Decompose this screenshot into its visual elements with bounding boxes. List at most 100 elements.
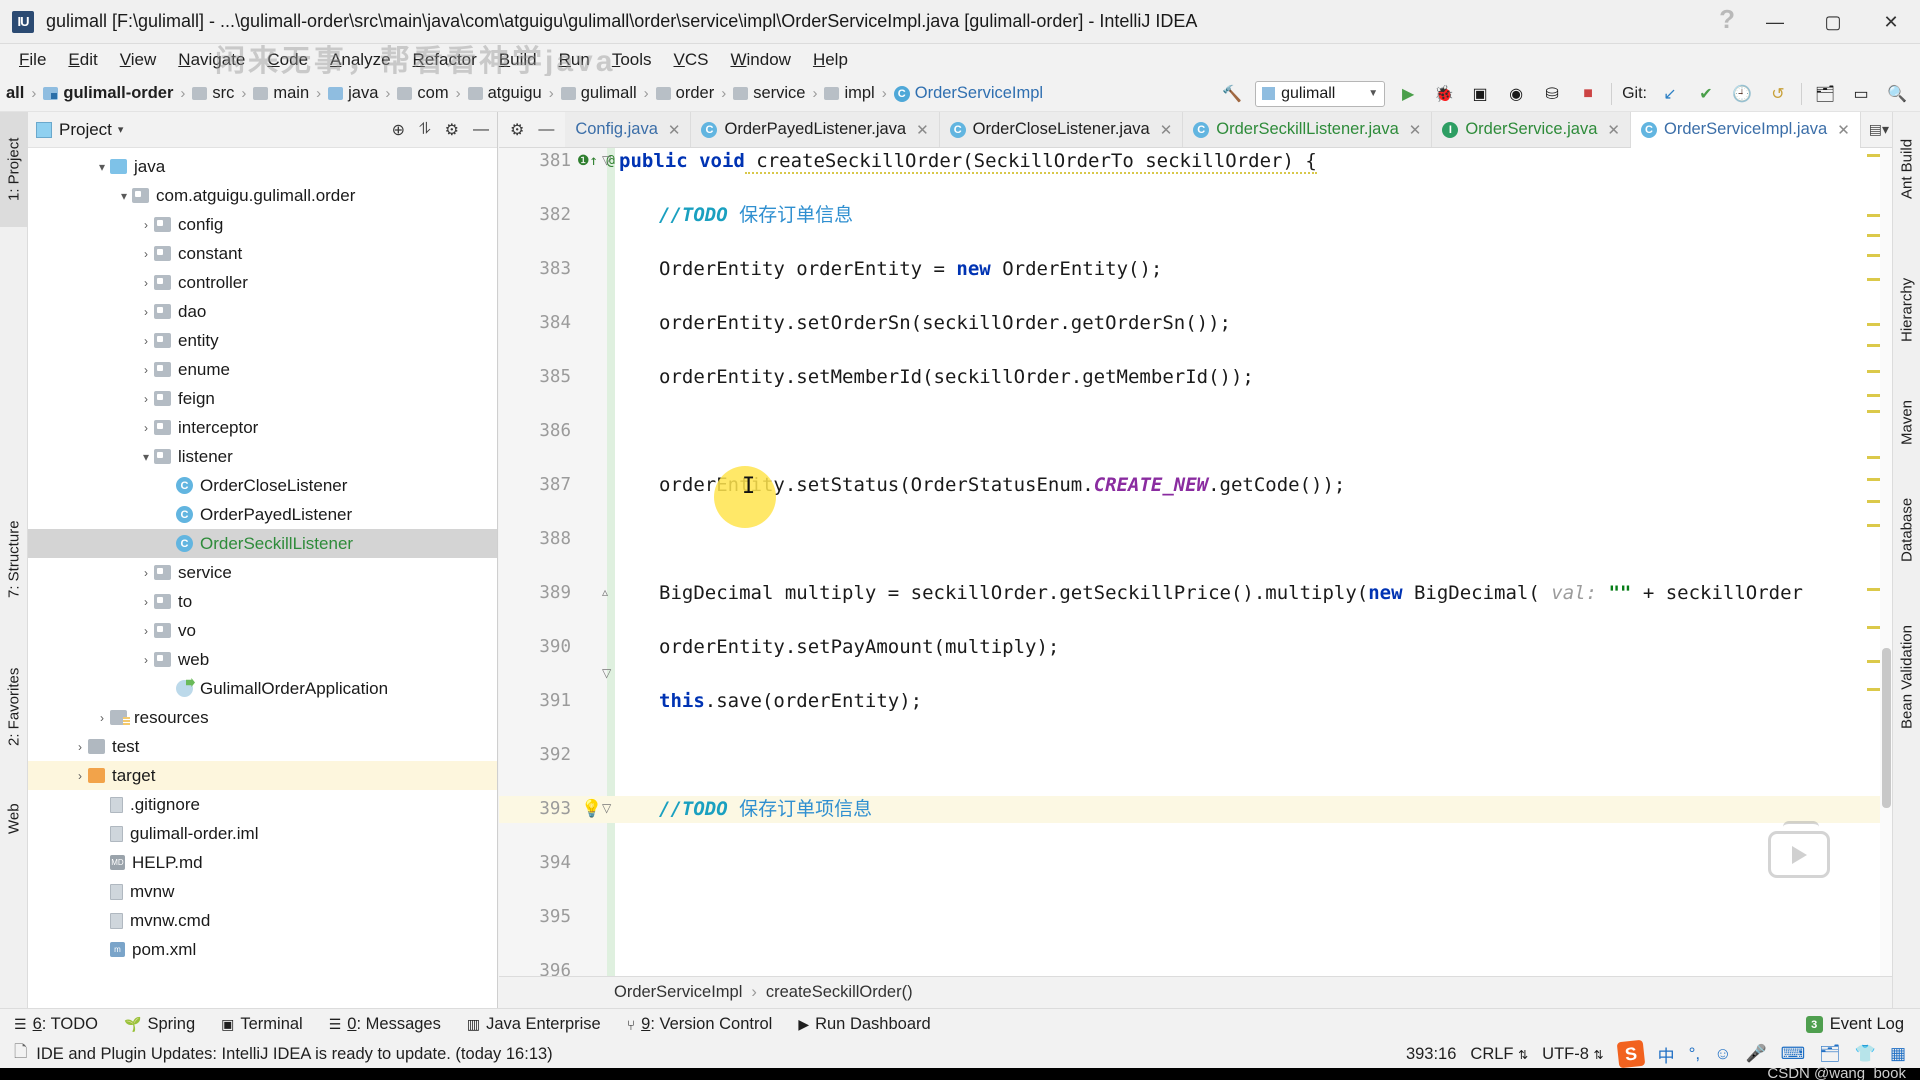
run-with-coverage-icon[interactable]: ▣ <box>1467 81 1493 107</box>
nav-crumb-service[interactable]: service <box>733 84 805 103</box>
attach-debugger-icon[interactable]: ⛁ <box>1539 81 1565 107</box>
caret-position[interactable]: 393:16 <box>1406 1045 1456 1064</box>
nav-crumb-orderserviceimpl[interactable]: C OrderServiceImpl <box>893 84 1043 103</box>
fold-marker-381[interactable]: ▽ <box>602 153 611 167</box>
search-everywhere-icon[interactable]: 🔍 <box>1884 81 1910 107</box>
line-separator[interactable]: CRLF ⇅ <box>1470 1045 1528 1064</box>
open-file-icon[interactable]: 🗂 <box>1812 81 1838 107</box>
gear-icon[interactable]: ⚙ <box>445 120 459 140</box>
editor-tab-ordercloselistener[interactable]: C OrderCloseListener.java ✕ <box>939 112 1184 147</box>
nav-crumb-java[interactable]: java <box>328 84 378 103</box>
tree-item-controller[interactable]: › controller <box>28 268 497 297</box>
ime-toolbox-icon[interactable]: 🗂 <box>1819 1044 1841 1064</box>
run-configuration-selector[interactable]: gulimall ▼ <box>1255 80 1386 107</box>
keyboard-icon[interactable]: ⌨ <box>1781 1044 1806 1064</box>
nav-crumb-impl[interactable]: impl <box>824 84 875 103</box>
nav-crumb-order[interactable]: order <box>655 84 714 103</box>
chevron-down-icon[interactable]: ▾ <box>94 160 110 174</box>
chevron-right-icon[interactable]: › <box>138 392 154 406</box>
tree-item-to[interactable]: › to <box>28 587 497 616</box>
editor-tab-orderserviceimpl[interactable]: C OrderServiceImpl.java ✕ <box>1630 112 1861 148</box>
menu-item-view[interactable]: View <box>109 47 168 73</box>
nav-crumb-all[interactable]: all <box>6 84 24 103</box>
nav-crumb-gulimall-order[interactable]: gulimall-order <box>43 84 173 103</box>
tree-item-entity[interactable]: › entity <box>28 326 497 355</box>
close-icon[interactable]: ✕ <box>1837 121 1850 139</box>
gear-icon[interactable]: ⚙ <box>510 120 524 140</box>
tree-item--gitignore[interactable]: · .gitignore <box>28 790 497 819</box>
chevron-right-icon[interactable]: › <box>138 334 154 348</box>
chevron-right-icon[interactable]: › <box>72 740 88 754</box>
scrollbar-thumb[interactable] <box>1882 648 1891 808</box>
chevron-right-icon[interactable]: › <box>72 769 88 783</box>
warning-marker[interactable] <box>1867 410 1880 413</box>
chevron-right-icon[interactable]: › <box>138 218 154 232</box>
tree-item-listener[interactable]: ▾ listener <box>28 442 497 471</box>
chevron-down-icon[interactable]: ▾ <box>118 123 124 136</box>
tree-item-resources[interactable]: › resources <box>28 703 497 732</box>
warning-marker[interactable] <box>1867 394 1880 397</box>
history-icon[interactable]: 🕘 <box>1729 81 1755 107</box>
build-hammer-icon[interactable]: 🔨 <box>1219 81 1245 107</box>
tree-item-gulimall-order-iml[interactable]: · gulimall-order.iml <box>28 819 497 848</box>
profile-icon[interactable]: ◉ <box>1503 81 1529 107</box>
sogou-ime-icon[interactable]: S <box>1616 1039 1645 1069</box>
sidebar-item-maven[interactable]: Maven <box>1893 382 1920 462</box>
warning-marker[interactable] <box>1867 626 1880 629</box>
nav-crumb-main[interactable]: main <box>253 84 309 103</box>
notification-icon[interactable]: 🗋 <box>14 1040 27 1068</box>
project-tree[interactable]: ▾ java ▾ com.atguigu.gulimall.order › config ›… <box>28 148 497 1008</box>
shirt-icon[interactable]: 👕 <box>1855 1044 1876 1064</box>
tree-item-dao[interactable]: › dao <box>28 297 497 326</box>
tree-item-orderseckilllistener[interactable]: ·C OrderSeckillListener <box>28 529 497 558</box>
warning-marker[interactable] <box>1867 660 1880 663</box>
chevron-right-icon[interactable]: › <box>138 363 154 377</box>
tree-item-help-md[interactable]: ·MD HELP.md <box>28 848 497 877</box>
tree-item-gulimallorderapplication[interactable]: · GulimallOrderApplication <box>28 674 497 703</box>
bottom-tab-0-messages[interactable]: ☰ 0: Messages <box>329 1015 441 1034</box>
scroll-from-source-icon[interactable]: ⊕ <box>392 120 405 140</box>
maximize-button[interactable]: ▢ <box>1804 0 1862 44</box>
nav-crumb-com[interactable]: com <box>397 84 449 103</box>
warning-marker[interactable] <box>1867 524 1880 527</box>
tree-item-constant[interactable]: › constant <box>28 239 497 268</box>
tree-item-ordercloselistener[interactable]: ·C OrderCloseListener <box>28 471 497 500</box>
breadcrumb-class[interactable]: OrderServiceImpl <box>614 983 742 1002</box>
tree-item-web[interactable]: › web <box>28 645 497 674</box>
sidebar-item-project[interactable]: 1: Project <box>0 112 28 227</box>
fold-marker-400[interactable]: ▽ <box>602 666 611 680</box>
tab-list-icon[interactable]: ▤ <box>1869 121 1882 138</box>
close-icon[interactable]: ✕ <box>916 121 929 139</box>
chevron-right-icon[interactable]: › <box>138 624 154 638</box>
warning-marker[interactable] <box>1867 154 1880 157</box>
collapse-all-icon[interactable]: ⥮ <box>419 121 431 139</box>
close-icon[interactable]: ✕ <box>1409 121 1422 139</box>
chevron-down-icon[interactable]: ▾ <box>138 450 154 464</box>
fold-marker-405[interactable]: ▽ <box>602 801 611 815</box>
status-message[interactable]: IDE and Plugin Updates: IntelliJ IDEA is… <box>36 1045 552 1064</box>
sidebar-item-web[interactable]: Web <box>0 784 28 854</box>
nav-crumb-src[interactable]: src <box>192 84 234 103</box>
debug-icon[interactable]: 🐞 <box>1431 81 1457 107</box>
sidebar-item-structure[interactable]: 7: Structure <box>0 492 28 627</box>
warning-marker[interactable] <box>1867 214 1880 217</box>
warning-marker[interactable] <box>1867 370 1880 373</box>
tree-item-service[interactable]: › service <box>28 558 497 587</box>
event-log-label[interactable]: Event Log <box>1830 1015 1904 1034</box>
editor-marker-strip[interactable] <box>1864 148 1880 1008</box>
tree-item-java[interactable]: ▾ java <box>28 152 497 181</box>
bottom-tab-spring[interactable]: 🌱 Spring <box>124 1015 195 1034</box>
tree-item-config[interactable]: › config <box>28 210 497 239</box>
editor-tab-overflow[interactable]: ▤ ▾ <box>1861 112 1897 147</box>
editor-tab-config[interactable]: Config.java ✕ <box>565 112 692 147</box>
bottom-tab-9-version-control[interactable]: ⑂ 9: Version Control <box>627 1015 773 1034</box>
bottom-tab-run-dashboard[interactable]: ▶ Run Dashboard <box>798 1015 930 1034</box>
editor-tab-orderpayedlistener[interactable]: C OrderPayedListener.java ✕ <box>691 112 940 147</box>
chevron-right-icon[interactable]: › <box>138 247 154 261</box>
revert-icon[interactable]: ↺ <box>1765 81 1791 107</box>
menu-item-edit[interactable]: Edit <box>57 47 108 73</box>
nav-crumb-gulimall[interactable]: gulimall <box>560 84 637 103</box>
bottom-tab-6-todo[interactable]: ☰ 6: TODO <box>14 1015 98 1034</box>
tree-item-mvnw-cmd[interactable]: · mvnw.cmd <box>28 906 497 935</box>
chevron-right-icon[interactable]: › <box>138 653 154 667</box>
